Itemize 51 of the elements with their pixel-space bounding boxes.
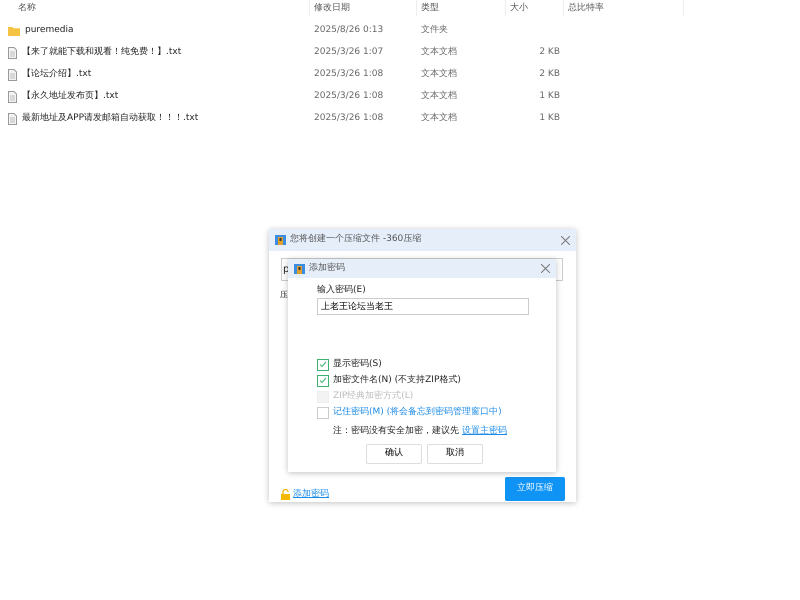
file-name[interactable]: 【论坛介绍】.txt [22, 68, 92, 82]
archive-app-icon [275, 235, 286, 245]
file-name[interactable]: 【来了就能下载和观看！纯免费！】.txt [22, 46, 182, 60]
dialog-title: 您将创建一个压缩文件 -360压缩 [290, 233, 422, 246]
checkbox[interactable] [317, 358, 329, 370]
add-password-link[interactable]: 添加密码 [293, 488, 329, 502]
modified-date: 2025/3/26 1:08 [314, 113, 384, 124]
confirm-button[interactable]: 确认 [366, 444, 422, 464]
password-field[interactable]: 上老王论坛当老王 [317, 298, 529, 314]
cancel-button[interactable]: 取消 [427, 444, 483, 464]
modified-date: 2025/3/26 1:08 [314, 91, 384, 102]
column-header[interactable]: 名称 [0, 0, 310, 16]
field-label: 输入密码(E) [317, 284, 367, 297]
column-header[interactable]: 类型 [417, 0, 506, 16]
close-icon[interactable] [541, 264, 550, 273]
column-header[interactable]: 修改日期 [310, 0, 417, 16]
file-type: 文本文档 [421, 69, 457, 80]
document-icon [8, 91, 17, 103]
close-icon[interactable] [561, 236, 570, 244]
archive-app-icon [294, 264, 305, 274]
file-type: 文件夹 [421, 25, 448, 36]
file-size: 1 KB [539, 91, 560, 102]
checkbox[interactable] [317, 374, 329, 386]
set-master-password-link[interactable]: 设置主密码 [462, 424, 507, 438]
file-type: 文本文档 [421, 113, 457, 124]
checkbox-label: 显示密码(S) [333, 358, 382, 371]
modified-date: 2025/3/26 1:07 [314, 47, 384, 58]
note-text: 注：密码没有安全加密，建议先 [333, 424, 459, 438]
compress-label: 压 [280, 289, 288, 301]
dialog-title: 添加密码 [309, 262, 345, 275]
checkbox-label: ZIP经典加密方式(L) [333, 390, 414, 403]
file-size: 2 KB [539, 47, 560, 58]
file-size: 1 KB [539, 113, 560, 124]
file-type: 文本文档 [421, 91, 457, 102]
column-header[interactable]: 大小 [506, 0, 564, 16]
modified-date: 2025/3/26 1:08 [314, 69, 384, 80]
checkbox[interactable] [317, 406, 329, 418]
document-icon [8, 113, 17, 125]
column-header[interactable]: 总比特率 [564, 0, 684, 16]
checkbox-label: 加密文件名(N) (不支持ZIP格式) [333, 374, 461, 387]
file-name[interactable]: 【永久地址发布页】.txt [22, 90, 118, 104]
document-icon [8, 47, 17, 59]
file-type: 文本文档 [421, 47, 457, 58]
file-name[interactable]: 最新地址及APP请发邮箱自动获取！！！.txt [22, 112, 198, 126]
file-size: 2 KB [539, 69, 560, 80]
lock-icon [281, 489, 290, 500]
folder-icon [8, 26, 20, 36]
remember-password-link[interactable]: 记住密码(M) (将会备忘到密码管理窗口中) [333, 406, 502, 420]
modified-date: 2025/8/26 0:13 [314, 25, 384, 36]
document-icon [8, 69, 17, 81]
file-name[interactable]: puremedia [25, 24, 74, 38]
